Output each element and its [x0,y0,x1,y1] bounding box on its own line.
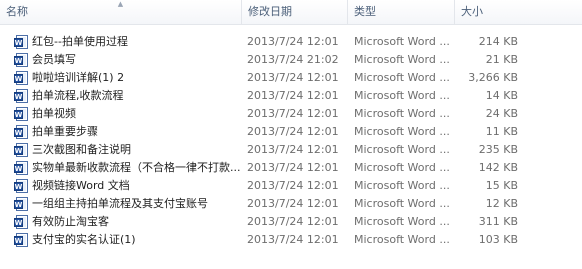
word-document-icon: W [14,89,28,103]
file-date: 2013/7/24 12:01 [247,215,339,228]
word-document-icon: W [14,161,28,175]
file-row[interactable]: W 三次截图和备注说明 2013/7/24 12:01 Microsoft Wo… [0,141,560,159]
column-header-size[interactable]: 大小 [454,0,524,24]
column-header-type[interactable]: 类型 [347,0,454,24]
file-size: 214 KB [478,35,518,48]
file-row[interactable]: W 一组组主持拍单流程及其支付宝账号 2013/7/24 12:01 Micro… [0,195,560,213]
column-header-date-label: 修改日期 [248,5,292,18]
file-type: Microsoft Word ... [354,197,450,210]
file-name: 拍单流程,收款流程 [32,89,124,102]
file-type: Microsoft Word ... [354,233,450,246]
file-name: 一组组主持拍单流程及其支付宝账号 [32,197,208,210]
file-name: 视频链接Word 文档 [32,179,130,192]
file-size: 142 KB [478,161,518,174]
file-size: 15 KB [485,179,518,192]
file-type: Microsoft Word ... [354,179,450,192]
sort-up-arrow-icon: ▲ [117,0,124,8]
word-document-icon: W [14,107,28,121]
file-date: 2013/7/24 21:02 [247,53,339,66]
file-date: 2013/7/24 12:01 [247,143,339,156]
file-size: 14 KB [485,89,518,102]
file-name: 三次截图和备注说明 [32,143,131,156]
file-date: 2013/7/24 12:01 [247,89,339,102]
svg-text:W: W [15,93,23,101]
svg-text:W: W [15,129,23,137]
file-size: 235 KB [478,143,518,156]
word-document-icon: W [14,143,28,157]
file-type: Microsoft Word ... [354,143,450,156]
column-header-name[interactable]: ▲ 名称 [0,0,241,24]
word-document-icon: W [14,53,28,67]
svg-text:W: W [15,111,23,119]
file-size: 12 KB [485,197,518,210]
file-date: 2013/7/24 12:01 [247,107,339,120]
file-row[interactable]: W 拍单流程,收款流程 2013/7/24 12:01 Microsoft Wo… [0,87,560,105]
file-name: 拍单重要步骤 [32,125,98,138]
column-header-bar: ▲ 名称 修改日期 类型 大小 [0,0,582,25]
file-date: 2013/7/24 12:01 [247,35,339,48]
file-size: 24 KB [485,107,518,120]
file-date: 2013/7/24 12:01 [247,125,339,138]
file-name: 会员填写 [32,53,76,66]
file-row[interactable]: W 有效防止淘宝客 2013/7/24 12:01 Microsoft Word… [0,213,560,231]
word-document-icon: W [14,215,28,229]
file-row[interactable]: W 拍单重要步骤 2013/7/24 12:01 Microsoft Word … [0,123,560,141]
svg-text:W: W [15,201,23,209]
file-type: Microsoft Word ... [354,125,450,138]
svg-text:W: W [15,237,23,245]
file-row[interactable]: W 红包--拍单使用过程 2013/7/24 12:01 Microsoft W… [0,33,560,51]
file-row[interactable]: W 会员填写 2013/7/24 21:02 Microsoft Word ..… [0,51,560,69]
word-document-icon: W [14,197,28,211]
file-row[interactable]: W 啦啦培训详解(1) 2 2013/7/24 12:01 Microsoft … [0,69,560,87]
file-date: 2013/7/24 12:01 [247,71,339,84]
file-type: Microsoft Word ... [354,53,450,66]
svg-text:W: W [15,39,23,47]
svg-text:W: W [15,147,23,155]
column-header-type-label: 类型 [354,5,376,18]
svg-text:W: W [15,165,23,173]
file-name: 啦啦培训详解(1) 2 [32,71,125,84]
file-row[interactable]: W 拍单视频 2013/7/24 12:01 Microsoft Word ..… [0,105,560,123]
word-document-icon: W [14,125,28,139]
svg-text:W: W [15,183,23,191]
file-size: 11 KB [485,125,518,138]
word-document-icon: W [14,71,28,85]
column-header-size-label: 大小 [461,5,483,18]
file-size: 21 KB [485,53,518,66]
word-document-icon: W [14,179,28,193]
file-name: 实物单最新收款流程（不合格一律不打款... [32,161,241,174]
file-name: 红包--拍单使用过程 [32,35,128,48]
word-document-icon: W [14,35,28,49]
file-date: 2013/7/24 12:01 [247,197,339,210]
svg-text:W: W [15,75,23,83]
file-size: 3,266 KB [468,71,518,84]
file-date: 2013/7/24 12:01 [247,233,339,246]
file-list-view: ▲ 名称 修改日期 类型 大小 W 红包--拍单使用过程 2013/7/24 1… [0,0,582,269]
svg-text:W: W [15,219,23,227]
column-header-date[interactable]: 修改日期 [241,0,347,24]
file-type: Microsoft Word ... [354,107,450,120]
file-date: 2013/7/24 12:01 [247,161,339,174]
file-row[interactable]: W 支付宝的实名认证(1) 2013/7/24 12:01 Microsoft … [0,231,560,249]
file-name: 支付宝的实名认证(1) [32,233,136,246]
file-type: Microsoft Word ... [354,35,450,48]
file-row[interactable]: W 视频链接Word 文档 2013/7/24 12:01 Microsoft … [0,177,560,195]
file-type: Microsoft Word ... [354,215,450,228]
file-type: Microsoft Word ... [354,71,450,84]
file-type: Microsoft Word ... [354,161,450,174]
file-row[interactable]: W 实物单最新收款流程（不合格一律不打款... 2013/7/24 12:01 … [0,159,560,177]
file-date: 2013/7/24 12:01 [247,179,339,192]
file-name: 拍单视频 [32,107,76,120]
file-size: 103 KB [478,233,518,246]
word-document-icon: W [14,233,28,247]
file-type: Microsoft Word ... [354,89,450,102]
svg-text:W: W [15,57,23,65]
file-size: 311 KB [478,215,518,228]
file-name: 有效防止淘宝客 [32,215,109,228]
